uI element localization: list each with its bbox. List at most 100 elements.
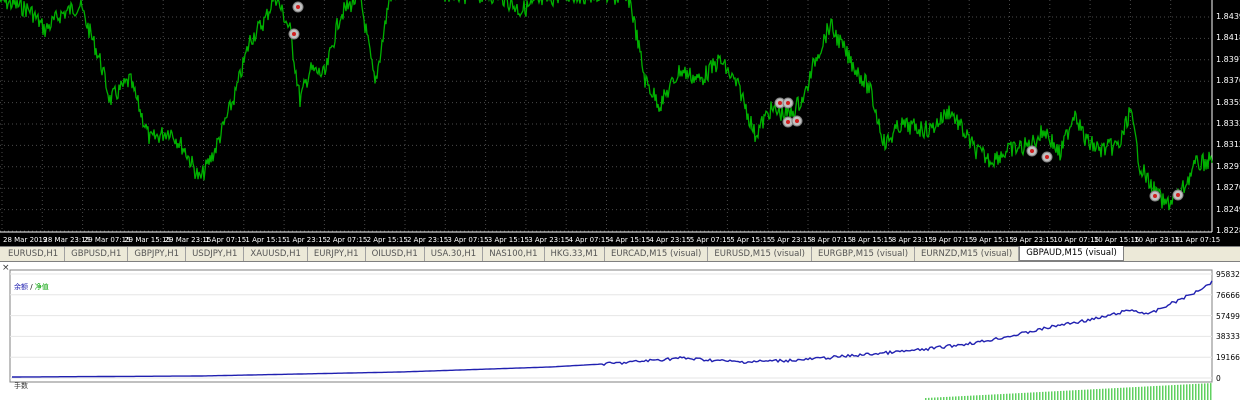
- price-tick-label: 1.82705: [1216, 183, 1240, 193]
- volume-bar: [1063, 390, 1065, 400]
- legend-balance: 余额: [14, 283, 28, 291]
- volume-bar: [1141, 386, 1143, 400]
- chart-tab[interactable]: EURUSD,M15 (visual): [708, 247, 812, 261]
- chart-tab[interactable]: NAS100,H1: [483, 247, 545, 261]
- volume-bar: [1093, 389, 1095, 400]
- time-tick-label: 3 Apr 23:15: [528, 236, 570, 244]
- volume-bar: [1009, 393, 1011, 400]
- time-tick-label: 1 Apr 07:15: [205, 236, 247, 244]
- volume-bar: [1006, 393, 1008, 400]
- volume-bar: [1204, 383, 1206, 400]
- volume-bar: [985, 394, 987, 400]
- price-tick-label: 1.82915: [1216, 161, 1240, 171]
- price-chart[interactable]: 1.84390 1.84180 1.83970 1.83760 1.83555 1.833…: [0, 0, 1240, 246]
- time-tick-label: 11 Apr 07:15: [1174, 236, 1221, 244]
- time-tick-label: 1 Apr 23:15: [285, 236, 327, 244]
- volume-bar: [994, 394, 996, 400]
- volume-bar: [1105, 388, 1107, 400]
- volume-bar: [1060, 390, 1062, 400]
- volume-bar: [1207, 383, 1209, 400]
- volume-bar: [1138, 386, 1140, 400]
- volume-bar: [1210, 383, 1212, 400]
- volume-bar: [1087, 389, 1089, 400]
- volume-bar: [1081, 389, 1083, 400]
- chart-tab[interactable]: USDJPY,H1: [186, 247, 245, 261]
- volume-bar: [1147, 386, 1149, 400]
- close-icon[interactable]: ×: [2, 263, 10, 273]
- volume-bar: [1201, 383, 1203, 400]
- chart-tab[interactable]: EURNZD,M15 (visual): [915, 247, 1020, 261]
- chart-tab[interactable]: GBPAUD,M15 (visual): [1019, 246, 1124, 261]
- strategy-report-graph: [0, 262, 1240, 400]
- volume-bar: [1072, 390, 1074, 400]
- volume-bar: [997, 394, 999, 400]
- volume-bar: [1090, 389, 1092, 400]
- volume-bar: [964, 395, 966, 400]
- volume-bar: [979, 395, 981, 400]
- price-tick-label: 1.84390: [1216, 12, 1240, 21]
- volume-bar: [982, 395, 984, 400]
- time-tick-label: 8 Apr 07:15: [811, 236, 853, 244]
- volume-bar: [1150, 386, 1152, 400]
- time-tick-label: 2 Apr 07:15: [326, 236, 368, 244]
- balance-graph-canvas: [9, 269, 1213, 400]
- volume-bar: [1171, 385, 1173, 400]
- chart-tab[interactable]: EURJPY,H1: [308, 247, 366, 261]
- time-tick-label: 9 Apr 23:15: [1013, 236, 1055, 244]
- volume-bar: [973, 395, 975, 400]
- trade-marker-dot: [795, 119, 799, 123]
- volume-bar: [970, 395, 972, 400]
- volume-bar: [1120, 387, 1122, 400]
- volume-bar: [1027, 392, 1029, 400]
- time-tick-label: 2 Apr 15:15: [366, 236, 408, 244]
- volume-bar: [1057, 391, 1059, 400]
- time-tick-label: 3 Apr 07:15: [447, 236, 489, 244]
- volume-bar: [1012, 393, 1014, 400]
- trade-marker-dot: [786, 101, 790, 105]
- trade-marker-icon: [288, 28, 300, 40]
- volume-bar: [1042, 391, 1044, 400]
- volume-bar: [1000, 394, 1002, 400]
- balance-tick-label: 766661: [1216, 290, 1240, 300]
- volume-bar: [1186, 384, 1188, 400]
- volume-bar: [1135, 387, 1137, 400]
- price-tick-label: 1.82285: [1216, 226, 1240, 235]
- volume-bar: [1180, 384, 1182, 400]
- volume-bar: [952, 396, 954, 400]
- volume-legend: 手数: [14, 382, 28, 390]
- chart-tab[interactable]: GBPUSD,H1: [65, 247, 129, 261]
- volume-bar: [1099, 388, 1101, 400]
- volume-bar: [1174, 384, 1176, 400]
- chart-tab[interactable]: EURUSD,H1: [2, 247, 66, 261]
- trade-marker-dot: [786, 120, 790, 124]
- volume-bar: [1069, 390, 1071, 400]
- volume-bar: [1126, 387, 1128, 400]
- balance-tick-label: 574996: [1216, 311, 1240, 321]
- chart-tab-bar: EURUSD,H1 GBPUSD,H1 GBPJPY,H1 USDJPY,H1 XAUU…: [0, 246, 1240, 262]
- time-tick-label: 5 Apr 07:15: [689, 236, 731, 244]
- volume-bar: [1183, 384, 1185, 400]
- trade-marker-icon: [1026, 145, 1038, 157]
- volume-bar: [1162, 385, 1164, 400]
- volume-bar: [991, 394, 993, 400]
- trade-marker-icon: [791, 115, 803, 127]
- volume-bar: [1123, 387, 1125, 400]
- time-tick-label: 10 Apr 23:15: [1134, 236, 1180, 244]
- price-tick-label: 1.83125: [1216, 140, 1240, 150]
- chart-tab[interactable]: XAUUSD,H1: [244, 247, 308, 261]
- volume-bar: [1153, 386, 1155, 400]
- chart-tab[interactable]: HKG.33,M1: [545, 247, 606, 261]
- chart-tab[interactable]: OILUSD,H1: [366, 247, 425, 261]
- chart-tab[interactable]: USA.30,H1: [425, 247, 484, 261]
- chart-tab[interactable]: EURCAD,M15 (visual): [605, 247, 709, 261]
- volume-bar: [1165, 385, 1167, 400]
- chart-tab[interactable]: EURGBP,M15 (visual): [812, 247, 916, 261]
- time-tick-label: 2 Apr 23:15: [407, 236, 449, 244]
- chart-tab[interactable]: GBPJPY,H1: [128, 247, 187, 261]
- volume-bar: [1156, 385, 1158, 400]
- balance-tick-label: 958326: [1216, 270, 1240, 279]
- volume-bar: [1192, 384, 1194, 400]
- volume-bar: [1036, 392, 1038, 400]
- time-tick-label: 4 Apr 15:15: [609, 236, 651, 244]
- volume-bar: [1111, 388, 1113, 400]
